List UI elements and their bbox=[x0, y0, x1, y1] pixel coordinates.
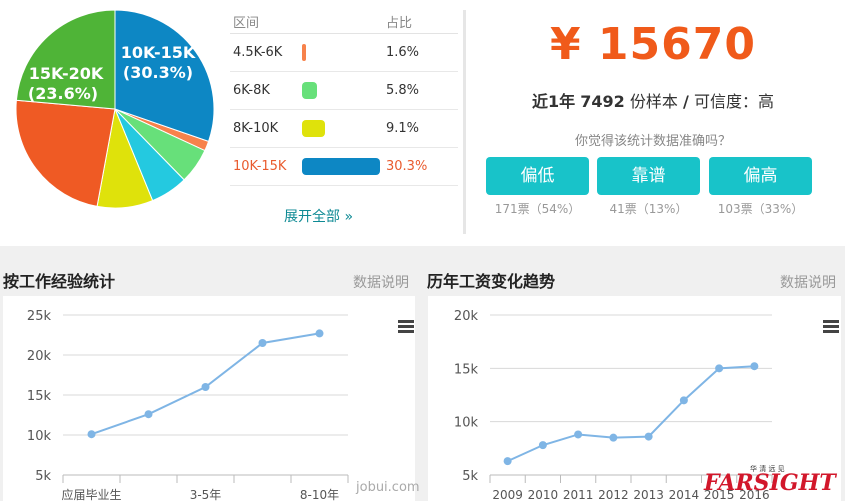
data-point[interactable] bbox=[574, 430, 583, 439]
range-ratio: 1.6% bbox=[386, 45, 420, 60]
trend-panel-title: 历年工资变化趋势 bbox=[427, 272, 556, 291]
pie-label-10k-15k-percent: (30.3%) bbox=[123, 63, 193, 82]
experience-chart-container: 25k 20k 15k 10k 5k 应届毕业生 3-5年 8-10年 bbox=[3, 296, 415, 501]
header-range: 区间 bbox=[233, 16, 260, 31]
data-point[interactable] bbox=[609, 433, 618, 442]
vote-low-count: 171票（54%） bbox=[494, 202, 581, 216]
range-row[interactable]: 6K-8K 5.8% bbox=[230, 72, 458, 110]
data-point[interactable] bbox=[503, 457, 512, 466]
x-tick-label: 2014 bbox=[669, 488, 700, 501]
y-tick-label: 25k bbox=[27, 309, 52, 324]
y-tick-label: 20k bbox=[27, 349, 52, 364]
x-tick-label: 2013 bbox=[633, 488, 664, 501]
y-tick-label: 15k bbox=[454, 362, 479, 377]
salary-pie-chart: 10K-15K (30.3%) 15K-20K (23.6%) bbox=[8, 6, 222, 216]
range-table-header: 区间 占比 bbox=[230, 10, 458, 34]
sample-count: 7492 bbox=[580, 92, 625, 111]
trend-chart-menu-icon[interactable] bbox=[823, 320, 839, 334]
trend-data-note-link[interactable]: 数据说明 bbox=[780, 272, 836, 292]
range-label: 8K-10K bbox=[233, 121, 279, 136]
range-ratio: 9.1% bbox=[386, 121, 420, 136]
average-salary-value: ¥ 15670 bbox=[549, 19, 756, 70]
pie-svg: 10K-15K (30.3%) 15K-20K (23.6%) bbox=[15, 9, 215, 209]
pie-slice[interactable] bbox=[15, 99, 116, 207]
x-tick-label: 2012 bbox=[598, 488, 629, 501]
vote-accurate-count: 41票（13%） bbox=[609, 202, 688, 216]
range-bar bbox=[302, 44, 307, 61]
data-point[interactable] bbox=[201, 383, 210, 391]
range-ratio: 5.8% bbox=[386, 83, 420, 98]
header-ratio: 占比 bbox=[386, 16, 413, 31]
y-tick-label: 20k bbox=[454, 309, 479, 324]
x-tick-label: 应届毕业生 bbox=[61, 487, 121, 501]
sample-period: 近1年 bbox=[532, 92, 576, 111]
experience-data-note-link[interactable]: 数据说明 bbox=[353, 272, 409, 292]
average-salary-block: ¥ 15670 近1年 7492 份样本 / 可信度：高 你觉得该统计数据准确吗… bbox=[468, 14, 838, 149]
data-point[interactable] bbox=[644, 432, 653, 441]
logo-main-text: FARSIGHT bbox=[703, 470, 837, 496]
watermark: jobui.com bbox=[356, 480, 420, 495]
pie-label-10k-15k-range: 10K-15K bbox=[121, 43, 196, 62]
range-row[interactable]: 8K-10K 9.1% bbox=[230, 110, 458, 148]
vote-low-button[interactable]: 偏低 bbox=[486, 157, 589, 195]
data-point[interactable] bbox=[315, 329, 324, 338]
range-label: 4.5K-6K bbox=[233, 45, 283, 60]
y-tick-label: 10k bbox=[454, 416, 479, 431]
range-bar bbox=[302, 158, 380, 175]
x-tick-label: 2009 bbox=[492, 488, 523, 501]
data-point[interactable] bbox=[87, 430, 96, 439]
vote-high-count: 103票（33%） bbox=[717, 202, 804, 216]
vote-low: 偏低 171票（54%） bbox=[486, 157, 589, 217]
y-tick-label: 5k bbox=[35, 469, 51, 484]
range-label: 6K-8K bbox=[233, 83, 270, 98]
page-root: 10K-15K (30.3%) 15K-20K (23.6%) 区间 占比 4.… bbox=[0, 0, 845, 501]
experience-line-chart: 25k 20k 15k 10k 5k 应届毕业生 3-5年 8-10年 bbox=[27, 309, 349, 501]
vertical-divider bbox=[463, 10, 466, 234]
y-tick-label: 5k bbox=[462, 469, 478, 484]
pie-label-15k-20k-range: 15K-20K bbox=[29, 64, 104, 83]
range-ratio: 30.3% bbox=[386, 159, 428, 174]
vote-accurate: 靠谱 41票（13%） bbox=[597, 157, 700, 217]
sample-separator: / bbox=[683, 92, 689, 111]
x-tick-label: 3-5年 bbox=[190, 488, 222, 501]
accuracy-question: 你觉得该统计数据准确吗？ bbox=[574, 134, 731, 149]
experience-panel-title: 按工作经验统计 bbox=[3, 272, 116, 291]
sample-info: 近1年 7492 份样本 / 可信度：高 bbox=[468, 88, 838, 112]
vote-high-button[interactable]: 偏高 bbox=[709, 157, 812, 195]
x-tick-label: 2011 bbox=[563, 488, 594, 501]
farsight-logo: 华 清 远 见 FARSIGHT bbox=[702, 462, 840, 498]
data-point[interactable] bbox=[258, 339, 267, 347]
logo-svg: 华 清 远 见 FARSIGHT bbox=[703, 464, 837, 496]
expand-all-link[interactable]: 展开全部 » bbox=[284, 206, 353, 226]
range-row[interactable]: 4.5K-6K 1.6% bbox=[230, 34, 458, 72]
salary-summary-section: 10K-15K (30.3%) 15K-20K (23.6%) 区间 占比 4.… bbox=[0, 0, 845, 246]
vote-high: 偏高 103票（33%） bbox=[709, 157, 812, 217]
sample-unit: 份样本 bbox=[629, 92, 678, 111]
vote-accurate-button[interactable]: 靠谱 bbox=[597, 157, 700, 195]
data-point[interactable] bbox=[750, 362, 759, 371]
y-tick-label: 10k bbox=[27, 429, 52, 444]
data-point[interactable] bbox=[144, 410, 153, 419]
x-tick-label: 2010 bbox=[528, 488, 559, 501]
vote-group: 偏低 171票（54%） 靠谱 41票（13%） 偏高 103票（33%） bbox=[486, 157, 816, 221]
pie-label-15k-20k-percent: (23.6%) bbox=[28, 84, 98, 103]
credibility: 可信度：高 bbox=[693, 92, 774, 111]
range-row[interactable]: 10K-15K 30.3% bbox=[230, 148, 458, 186]
range-bar bbox=[302, 82, 317, 99]
data-point[interactable] bbox=[679, 396, 688, 405]
experience-chart-menu-icon[interactable] bbox=[398, 320, 414, 334]
data-point[interactable] bbox=[715, 364, 724, 373]
y-tick-label: 15k bbox=[27, 389, 52, 404]
range-bar bbox=[302, 120, 326, 137]
range-label: 10K-15K bbox=[233, 159, 287, 174]
x-tick-label: 8-10年 bbox=[300, 488, 339, 501]
range-table: 区间 占比 4.5K-6K 1.6% 6K-8K 5.8% 8K-10K 9.1… bbox=[230, 10, 458, 186]
data-point[interactable] bbox=[538, 441, 547, 450]
